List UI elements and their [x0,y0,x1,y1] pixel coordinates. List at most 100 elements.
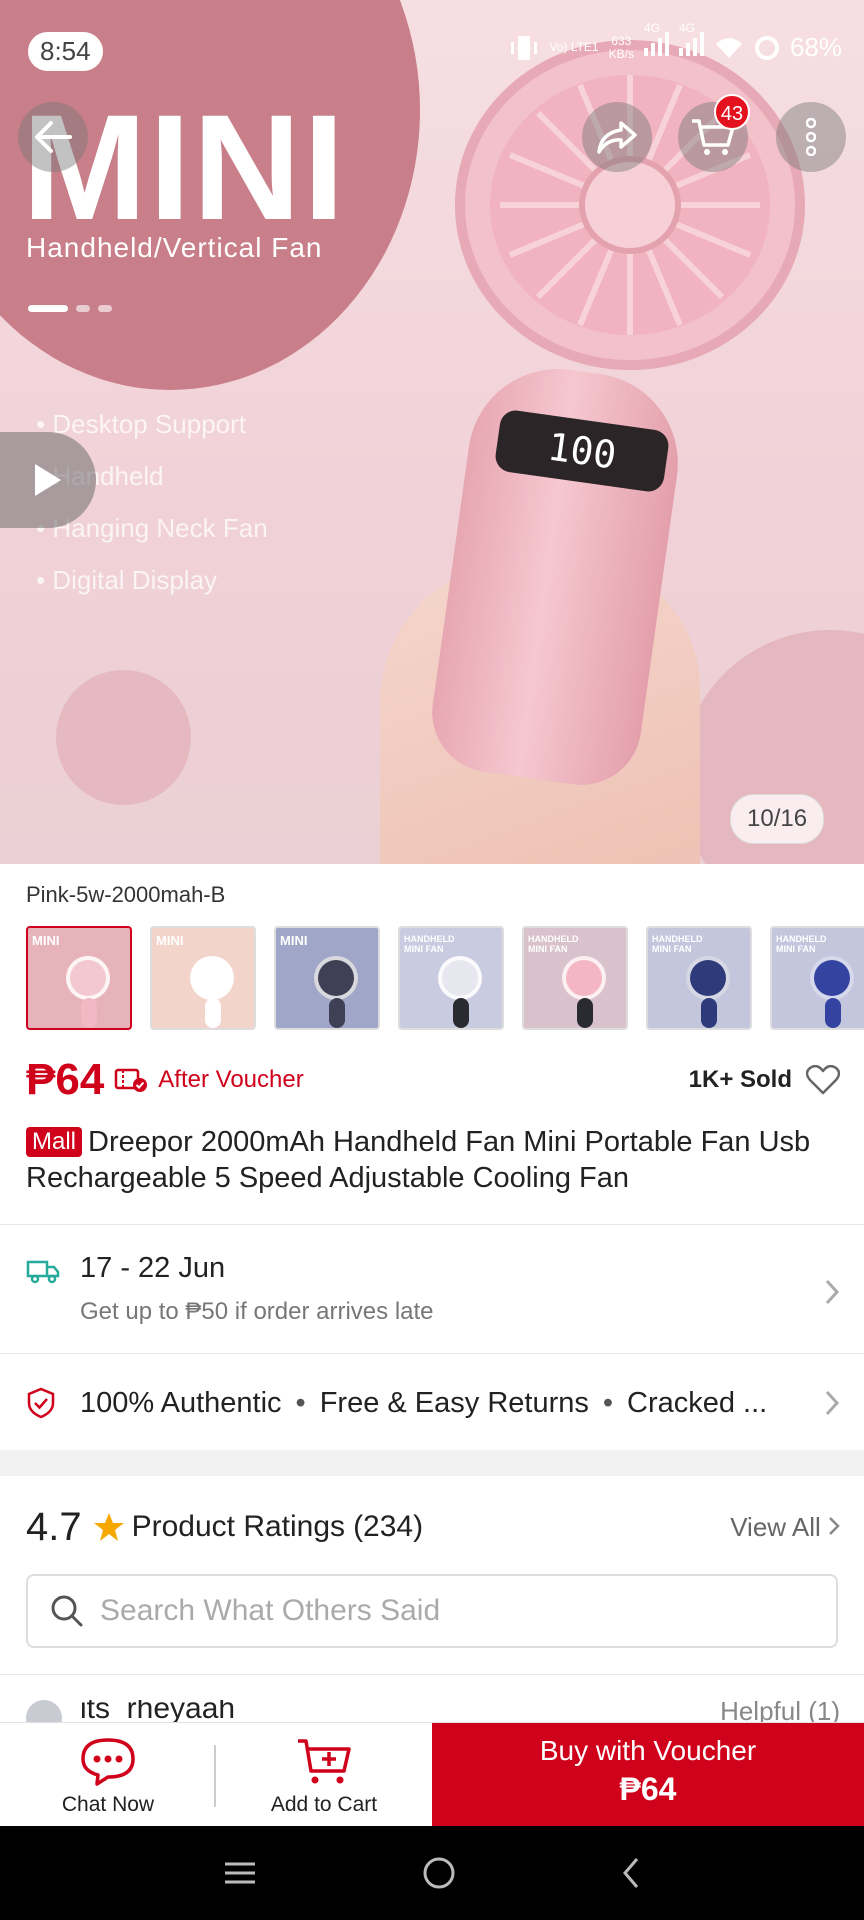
cart-count-badge: 43 [714,94,750,130]
thumbnail-fan-handle [81,998,97,1028]
ratings-label: Product Ratings [131,1510,346,1543]
status-time: 8:54 [28,32,103,71]
chat-icon [81,1738,135,1786]
buy-label: Buy with Voucher [539,1735,757,1766]
wifi-icon [715,37,742,58]
net-speed: 633 KB/s [608,33,634,61]
product-title: Mall Dreepor 2000mAh Handheld Fan Mini Po… [26,1124,846,1196]
thumbnail-fan-image [314,956,358,1000]
more-options-button[interactable] [776,102,846,172]
buy-price: ₱64 [619,1771,677,1807]
play-video-button[interactable] [0,432,96,528]
signal-bars-icon [643,32,669,56]
battery-ring-icon [754,35,779,60]
price-row: ₱64 After Voucher 1K+ Sold [26,1050,840,1110]
reviewer-avatar [26,1700,62,1724]
nav-back-icon[interactable] [621,1856,641,1890]
section-separator [0,1450,864,1476]
back-arrow-icon [35,121,72,153]
reviewer-name: its_rheyaah [80,1700,236,1724]
thumbnail-fan-handle [453,998,469,1028]
review-search-input[interactable] [100,1594,780,1628]
thumbnail-fan-handle [701,998,717,1028]
sold-count: 1K+ Sold [688,1066,792,1093]
star-icon [93,1513,124,1541]
carousel-dots [28,305,112,312]
nav-menu-icon[interactable] [223,1860,257,1886]
add-cart-icon [298,1739,351,1784]
thumbnail-fan-handle [577,998,593,1028]
bottom-action-bar: Chat Now Add to Cart Buy with Voucher ₱6… [0,1722,864,1827]
shield-check-icon [27,1387,55,1419]
more-vertical-icon [806,118,816,156]
after-voucher-label: After Voucher [158,1066,304,1093]
image-counter: 10/16 [730,794,825,844]
helpful-button[interactable]: Helpful (1) [720,1700,840,1724]
guarantee-authentic: 100% Authentic [80,1386,282,1419]
review-search-box[interactable] [26,1574,838,1648]
add-to-cart-label: Add to Cart [270,1793,378,1816]
hero-feature: • Digital Display [36,565,218,595]
thumbnail-label: MINI [32,933,60,948]
variant-thumbnail[interactable]: MINI [150,926,256,1030]
guarantees-row[interactable]: 100% Authentic • Free & Easy Returns • C… [26,1378,840,1428]
thumbnail-fan-image [66,956,110,1000]
product-title-text: Dreepor 2000mAh Handheld Fan Mini Portab… [26,1126,811,1194]
thumbnail-fan-handle [825,998,841,1028]
chat-now-label: Chat Now [61,1793,155,1816]
view-all-ratings-link[interactable]: View All [730,1512,840,1543]
heart-icon[interactable] [806,1065,840,1095]
variant-thumbnail[interactable]: MINI [26,926,132,1030]
thumbnail-fan-image [810,956,854,1000]
variant-thumbnail[interactable]: HANDHELD MINI FAN [522,926,628,1030]
back-button[interactable] [18,102,88,172]
thumbnail-label: HANDHELD MINI FAN [652,934,703,954]
thumbnail-fan-image [686,956,730,1000]
chat-now-button[interactable]: Chat Now [0,1723,216,1827]
guarantee-returns: Free & Easy Returns [319,1386,589,1419]
signal-2: 4G [678,22,704,63]
signal-1: 4G [643,22,669,63]
system-nav-bar [0,1826,864,1920]
cart-button[interactable]: 43 [678,94,750,172]
variant-thumbnail[interactable]: HANDHELD MINI FAN [646,926,752,1030]
variant-thumbnail[interactable]: HANDHELD MINI FAN [770,926,864,1030]
selected-variant-name: Pink-5w-2000mah-B [26,882,226,907]
guarantee-cracked: Cracked ... [627,1386,768,1419]
thumbnail-fan-image [438,956,482,1000]
thumbnail-label: MINI [156,933,184,948]
share-button[interactable] [582,102,652,172]
chevron-right-icon [829,1516,840,1535]
variant-thumbnail[interactable]: HANDHELD MINI FAN [398,926,504,1030]
hero-decor-circle-small [56,670,191,805]
truck-icon [26,1260,60,1284]
thumbnail-fan-image [562,956,606,1000]
delivery-row[interactable]: 17 - 22 Jun Get up to ₱50 if order arriv… [26,1246,840,1356]
thumbnail-label: MINI [280,933,308,948]
ratings-header: 4.7 Product Ratings (234) View All [26,1502,840,1552]
share-icon [597,121,637,154]
search-icon [51,1595,83,1627]
chevron-right-icon [825,1390,840,1416]
delivery-date: 17 - 22 Jun [80,1252,226,1284]
variant-thumbnail[interactable]: MINI [274,926,380,1030]
battery-percent: 68% [789,32,842,62]
add-to-cart-button[interactable]: Add to Cart [216,1723,432,1827]
variant-thumbnails: MINI MINI MINI HANDHELD MINI FAN HANDHELD MI… [26,926,864,1030]
hero-subtitle: Handheld/Vertical Fan [26,232,323,263]
buy-with-voucher-button[interactable]: Buy with Voucher ₱64 [432,1723,864,1827]
status-icons: Vo) LTE1 633 KB/s 4G 4G 68% [509,22,842,63]
signal-bars-icon [678,32,704,56]
price: ₱64 [26,1055,105,1104]
vibrate-icon [511,35,538,60]
mall-badge: Mall [26,1127,83,1157]
thumbnail-fan-handle [329,998,345,1028]
nav-home-icon[interactable] [422,1856,456,1890]
divider [0,1224,864,1225]
ratings-count: (234) [353,1510,424,1543]
divider [0,1674,864,1675]
delivery-late-note: Get up to ₱50 if order arrives late [80,1298,434,1325]
thumbnail-label: HANDHELD MINI FAN [404,934,455,954]
divider [0,1353,864,1354]
thumbnail-fan-image [190,956,234,1000]
